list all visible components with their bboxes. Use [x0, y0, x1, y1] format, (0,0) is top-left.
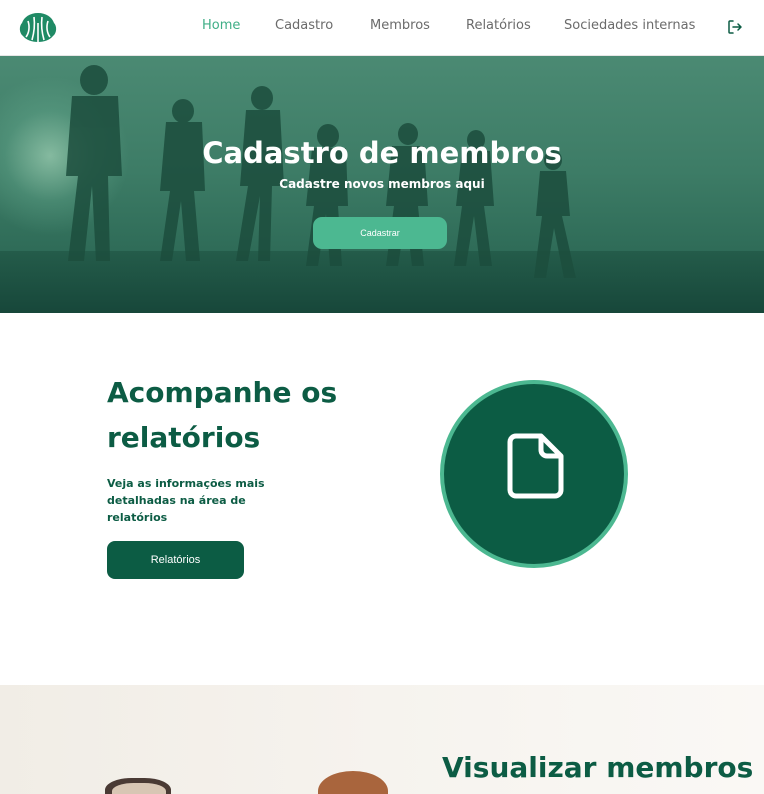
- hero-banner: Cadastro de membros Cadastre novos membr…: [0, 56, 764, 313]
- hero-subtitle: Cadastre novos membros aqui: [279, 177, 485, 191]
- hero-title: Cadastro de membros: [202, 136, 562, 170]
- cadastrar-button[interactable]: Cadastrar: [313, 217, 447, 249]
- members-section: Visualizar membros: [0, 685, 764, 794]
- nav-item-sociedades-internas[interactable]: Sociedades internas: [564, 18, 695, 33]
- nav-links: Home Cadastro Membros Relatórios Socieda…: [0, 0, 764, 56]
- members-title: Visualizar membros: [442, 751, 754, 784]
- relatorios-button[interactable]: Relatórios: [107, 541, 244, 579]
- logout-icon[interactable]: [727, 19, 743, 35]
- reports-description: Veja as informações mais detalhadas na á…: [107, 477, 265, 524]
- nav-item-membros[interactable]: Membros: [370, 18, 430, 33]
- members-photo-person-2: [318, 771, 388, 794]
- members-photo-person-1-face: [112, 783, 166, 794]
- reports-title: Acompanhe os relatórios: [107, 376, 338, 454]
- document-icon: [507, 433, 564, 499]
- nav-item-cadastro[interactable]: Cadastro: [275, 18, 333, 33]
- top-navbar: Home Cadastro Membros Relatórios Socieda…: [0, 0, 764, 56]
- nav-item-home[interactable]: Home: [202, 18, 240, 33]
- nav-item-relatorios[interactable]: Relatórios: [466, 18, 531, 33]
